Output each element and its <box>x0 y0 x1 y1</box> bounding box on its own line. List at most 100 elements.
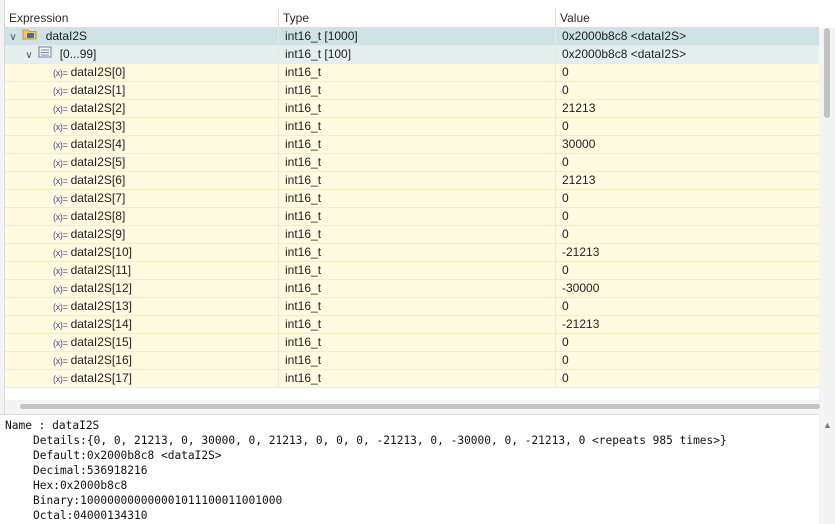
value-cell[interactable]: 0 <box>556 154 819 171</box>
type-cell: int16_t <box>279 334 556 351</box>
scroll-up-arrow-icon[interactable]: ▲ <box>823 420 832 430</box>
table-row-group[interactable]: ∨ [0...99] int16_t [100] 0x2000b8c8 <dat… <box>5 46 819 64</box>
type-cell: int16_t <box>279 190 556 207</box>
expression-cell: (x)= dataI2S[4] <box>5 136 279 153</box>
value-cell[interactable]: 0 <box>556 298 819 315</box>
expression-label: dataI2S[16] <box>70 353 132 367</box>
type-cell: int16_t <box>279 226 556 243</box>
value-cell[interactable]: 0 <box>556 370 819 387</box>
scrollbar-thumb[interactable] <box>20 404 820 409</box>
value-cell[interactable]: 0 <box>556 352 819 369</box>
table-row[interactable]: (x)= dataI2S[17] int16_t 0 <box>5 370 819 388</box>
value-cell[interactable]: 30000 <box>556 136 819 153</box>
expression-label: dataI2S[14] <box>70 317 132 331</box>
array-folder-icon <box>22 28 38 45</box>
details-line: Decimal:536918216 <box>33 464 148 477</box>
table-row[interactable]: (x)= dataI2S[8] int16_t 0 <box>5 208 819 226</box>
column-header-expression[interactable]: Expression <box>5 8 279 27</box>
table-row[interactable]: (x)= dataI2S[5] int16_t 0 <box>5 154 819 172</box>
table-row[interactable]: (x)= dataI2S[7] int16_t 0 <box>5 190 819 208</box>
expression-cell: (x)= dataI2S[16] <box>5 352 279 369</box>
expression-cell: (x)= dataI2S[10] <box>5 244 279 261</box>
table-row[interactable]: (x)= dataI2S[14] int16_t -21213 <box>5 316 819 334</box>
expression-cell: (x)= dataI2S[14] <box>5 316 279 333</box>
value-cell[interactable]: 0 <box>556 262 819 279</box>
variable-icon: (x)= <box>53 248 68 258</box>
table-row[interactable]: (x)= dataI2S[0] int16_t 0 <box>5 64 819 82</box>
table-row[interactable]: (x)= dataI2S[11] int16_t 0 <box>5 262 819 280</box>
expression-cell: (x)= dataI2S[2] <box>5 100 279 117</box>
expression-cell: (x)= dataI2S[8] <box>5 208 279 225</box>
value-cell[interactable]: 21213 <box>556 172 819 189</box>
table-row[interactable]: (x)= dataI2S[12] int16_t -30000 <box>5 280 819 298</box>
table-row[interactable]: (x)= dataI2S[1] int16_t 0 <box>5 82 819 100</box>
value-cell[interactable]: 0x2000b8c8 <dataI2S> <box>556 46 819 63</box>
type-cell: int16_t <box>279 262 556 279</box>
expression-label: dataI2S[12] <box>70 281 132 295</box>
table-row[interactable]: (x)= dataI2S[13] int16_t 0 <box>5 298 819 316</box>
value-cell[interactable]: 0 <box>556 190 819 207</box>
expression-cell: (x)= dataI2S[7] <box>5 190 279 207</box>
table-row-root[interactable]: ∨ dataI2S int16_t [1000] 0x2000b8c8 <dat… <box>5 28 819 46</box>
expression-label: dataI2S[0] <box>70 65 126 79</box>
type-cell: int16_t [1000] <box>279 28 556 45</box>
column-header-type[interactable]: Type <box>279 8 556 27</box>
variable-icon: (x)= <box>53 140 68 150</box>
value-cell[interactable]: 0 <box>556 226 819 243</box>
expression-label: dataI2S[9] <box>70 227 126 241</box>
variable-icon: (x)= <box>53 374 68 384</box>
table-row[interactable]: (x)= dataI2S[3] int16_t 0 <box>5 118 819 136</box>
table-row[interactable]: (x)= dataI2S[4] int16_t 30000 <box>5 136 819 154</box>
variable-icon: (x)= <box>53 266 68 276</box>
type-cell: int16_t <box>279 316 556 333</box>
expression-label: dataI2S[1] <box>70 83 126 97</box>
expression-label: dataI2S[7] <box>70 191 126 205</box>
expression-label: [0...99] <box>59 47 97 61</box>
type-cell: int16_t <box>279 352 556 369</box>
value-cell[interactable]: 0 <box>556 118 819 135</box>
value-cell[interactable]: 0 <box>556 82 819 99</box>
variable-icon: (x)= <box>53 284 68 294</box>
value-cell[interactable]: 0x2000b8c8 <dataI2S> <box>556 28 819 45</box>
array-range-icon <box>38 46 52 63</box>
type-cell: int16_t <box>279 154 556 171</box>
chevron-down-icon[interactable]: ∨ <box>23 47 35 63</box>
expression-label: dataI2S[10] <box>70 245 132 259</box>
value-cell[interactable]: -21213 <box>556 316 819 333</box>
chevron-down-icon[interactable]: ∨ <box>7 29 19 45</box>
details-pane[interactable]: Name : dataI2S Details:{0, 0, 21213, 0, … <box>0 414 819 524</box>
table-row[interactable]: (x)= dataI2S[16] int16_t 0 <box>5 352 819 370</box>
expression-cell: (x)= dataI2S[11] <box>5 262 279 279</box>
details-line: Details:{0, 0, 21213, 0, 30000, 0, 21213… <box>33 434 727 447</box>
table-row[interactable]: (x)= dataI2S[10] int16_t -21213 <box>5 244 819 262</box>
scrollbar-thumb[interactable] <box>824 28 830 118</box>
value-cell[interactable]: 0 <box>556 334 819 351</box>
expression-label: dataI2S[11] <box>70 263 132 277</box>
table-row[interactable]: (x)= dataI2S[2] int16_t 21213 <box>5 100 819 118</box>
type-cell: int16_t <box>279 370 556 387</box>
variable-icon: (x)= <box>53 176 68 186</box>
value-cell[interactable]: -21213 <box>556 244 819 261</box>
value-cell[interactable]: 21213 <box>556 100 819 117</box>
details-line: Binary:100000000000001011100011001000 <box>33 494 283 507</box>
table-row[interactable]: (x)= dataI2S[15] int16_t 0 <box>5 334 819 352</box>
value-cell[interactable]: -30000 <box>556 280 819 297</box>
variable-icon: (x)= <box>53 122 68 132</box>
expression-cell: (x)= dataI2S[15] <box>5 334 279 351</box>
type-cell: int16_t <box>279 244 556 261</box>
details-scrollbar[interactable]: ▲ <box>819 414 835 524</box>
variable-icon: (x)= <box>53 230 68 240</box>
value-cell[interactable]: 0 <box>556 64 819 81</box>
expression-cell: ∨ dataI2S <box>5 28 279 45</box>
column-header-value[interactable]: Value <box>556 8 819 27</box>
expression-cell: ∨ [0...99] <box>5 46 279 63</box>
table-row[interactable]: (x)= dataI2S[9] int16_t 0 <box>5 226 819 244</box>
details-line: Default:0x2000b8c8 <dataI2S> <box>33 449 222 462</box>
table-row[interactable]: (x)= dataI2S[6] int16_t 21213 <box>5 172 819 190</box>
horizontal-scrollbar[interactable] <box>5 400 835 414</box>
type-cell: int16_t <box>279 298 556 315</box>
variable-icon: (x)= <box>53 212 68 222</box>
expression-label: dataI2S[4] <box>70 137 126 151</box>
value-cell[interactable]: 0 <box>556 208 819 225</box>
vertical-scrollbar[interactable] <box>819 28 835 400</box>
